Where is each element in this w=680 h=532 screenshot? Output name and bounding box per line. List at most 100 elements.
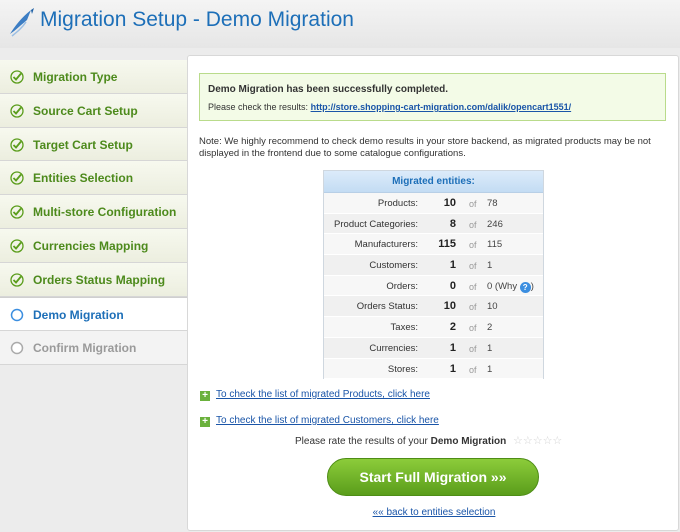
sidebar-step-demo-migration[interactable]: Demo Migration — [0, 296, 187, 331]
sidebar-step-confirm-migration[interactable]: Confirm Migration — [0, 330, 187, 365]
entity-total: 78 — [487, 198, 498, 209]
entity-name: Customers: — [369, 260, 418, 272]
entity-count: 1 — [449, 362, 456, 375]
entity-total: 1 — [487, 342, 493, 354]
entity-count: 1 — [449, 259, 456, 272]
entity-name: Products: — [377, 198, 418, 209]
help-icon[interactable]: ? — [519, 281, 531, 293]
entity-name: Manufacturers: — [354, 239, 418, 251]
entity-total: 1 — [487, 363, 493, 375]
entity-count: 2 — [449, 321, 456, 334]
rating-row: Please rate the results of your Demo Mig… — [295, 434, 562, 447]
table-row: Taxes: 2 of 2 — [324, 317, 543, 338]
main-panel: Demo Migration has been successfully com… — [187, 55, 679, 531]
of-label: of — [469, 323, 477, 334]
results-link[interactable]: http://store.shopping-cart-migration.com… — [311, 102, 572, 112]
entity-name: Stores: — [387, 363, 418, 375]
back-to-entities-link[interactable]: «« back to entities selection — [188, 507, 680, 518]
sidebar-step-label: Entities Selection — [33, 171, 134, 186]
entity-total: 1 — [487, 260, 493, 272]
entity-name: Product Categories: — [334, 218, 418, 230]
sidebar-step-target-cart-setup[interactable]: Target Cart Setup — [0, 127, 187, 162]
check-circle-icon — [10, 104, 24, 118]
entity-count: 10 — [443, 197, 456, 209]
plus-icon: + — [200, 417, 210, 427]
sidebar-step-migration-type[interactable]: Migration Type — [0, 60, 187, 94]
rating-subject: Demo Migration — [430, 436, 507, 447]
migrated-customers-link-label: To check the list of migrated Customers,… — [216, 415, 439, 426]
entities-header: Migrated entities: — [324, 171, 543, 193]
of-label: of — [469, 281, 477, 292]
entity-total: 10 — [487, 301, 498, 313]
entity-count: 115 — [438, 238, 456, 251]
success-results: Please check the results: http://store.s… — [208, 102, 571, 112]
sidebar-step-label: Target Cart Setup — [33, 137, 133, 152]
circle-active-icon — [10, 308, 24, 321]
sidebar-step-orders-status-mapping[interactable]: Orders Status Mapping — [0, 262, 187, 297]
migrated-products-link-label: To check the list of migrated Products, … — [216, 389, 430, 400]
of-label: of — [469, 240, 477, 251]
table-row: Customers: 1 of 1 — [324, 255, 543, 276]
table-row: Stores: 1 of 1 — [324, 358, 543, 380]
migrated-products-link[interactable]: + To check the list of migrated Products,… — [200, 389, 430, 401]
sidebar-step-entities-selection[interactable]: Entities Selection — [0, 161, 187, 196]
table-row: Orders Status: 10 of 10 — [324, 296, 543, 318]
note-text: Note: We highly recommend to check demo … — [199, 136, 651, 159]
entity-count: 10 — [443, 300, 456, 313]
check-circle-icon — [10, 273, 24, 287]
table-row: Product Categories: 8 of 246 — [324, 213, 543, 235]
success-message: Demo Migration has been successfully com… — [199, 73, 666, 121]
steps-sidebar: Migration Type Source Cart Setup Target … — [0, 60, 187, 532]
circle-pending-icon — [10, 341, 24, 354]
of-label: of — [469, 261, 477, 272]
entities-rows: Products: 10 of 78 Product Categories: 8… — [324, 193, 543, 380]
sidebar-step-label: Demo Migration — [33, 307, 124, 322]
success-title: Demo Migration has been successfully com… — [208, 84, 449, 95]
table-row: Products: 10 of 78 — [324, 193, 543, 214]
of-label: of — [469, 219, 477, 230]
entity-count: 0 — [449, 279, 456, 292]
of-label: of — [469, 302, 477, 313]
sidebar-step-label: Currencies Mapping — [33, 238, 149, 253]
entity-count: 8 — [449, 217, 456, 230]
of-label: of — [469, 364, 477, 375]
sidebar-step-label: Multi-store Configuration — [33, 205, 177, 220]
of-label: of — [469, 199, 477, 209]
sidebar-step-multi-store-configuration[interactable]: Multi-store Configuration — [0, 195, 187, 229]
check-circle-icon — [10, 137, 24, 152]
table-row: Manufacturers: 115 of 115 — [324, 234, 543, 256]
entity-name: Orders: — [386, 280, 418, 292]
sidebar-step-label: Source Cart Setup — [33, 103, 138, 118]
check-circle-icon — [10, 239, 24, 253]
rating-stars[interactable]: ☆☆☆☆☆ — [513, 434, 562, 447]
entity-count: 1 — [449, 341, 456, 354]
sidebar-step-label: Confirm Migration — [33, 340, 137, 355]
table-row: Currencies: 1 of 1 — [324, 337, 543, 359]
sidebar-step-currencies-mapping[interactable]: Currencies Mapping — [0, 228, 187, 263]
migration-logo-icon — [10, 8, 34, 37]
sidebar-step-label: Migration Type — [33, 70, 118, 84]
of-label: of — [469, 343, 477, 354]
page-title: Migration Setup - Demo Migration — [40, 8, 354, 31]
entity-name: Taxes: — [390, 322, 418, 334]
results-prefix: Please check the results: — [208, 102, 309, 112]
plus-icon: + — [200, 391, 210, 401]
entity-total: 2 — [487, 322, 493, 334]
sidebar-step-label: Orders Status Mapping — [33, 272, 166, 287]
start-full-migration-button[interactable]: Start Full Migration »» — [327, 458, 539, 496]
rating-prefix: Please rate the results of your — [295, 436, 428, 447]
sidebar-step-source-cart-setup[interactable]: Source Cart Setup — [0, 93, 187, 128]
check-circle-icon — [10, 70, 24, 84]
entity-total-with-help: 0 (Why ?) — [487, 280, 534, 293]
migrated-customers-link[interactable]: + To check the list of migrated Customers… — [200, 415, 439, 427]
entity-total: 115 — [487, 239, 503, 251]
entity-total: 246 — [487, 218, 503, 230]
entity-name: Orders Status: — [356, 301, 418, 313]
page-header: Migration Setup - Demo Migration — [0, 0, 680, 48]
table-row: Orders: 0 of 0 (Why ?) — [324, 275, 543, 297]
check-circle-icon — [10, 205, 24, 219]
migrated-entities-table: Migrated entities: Products: 10 of 78 Pr… — [323, 170, 544, 380]
entity-total: 0 (Why — [487, 280, 518, 292]
entity-name: Currencies: — [369, 342, 418, 354]
check-circle-icon — [10, 171, 24, 186]
